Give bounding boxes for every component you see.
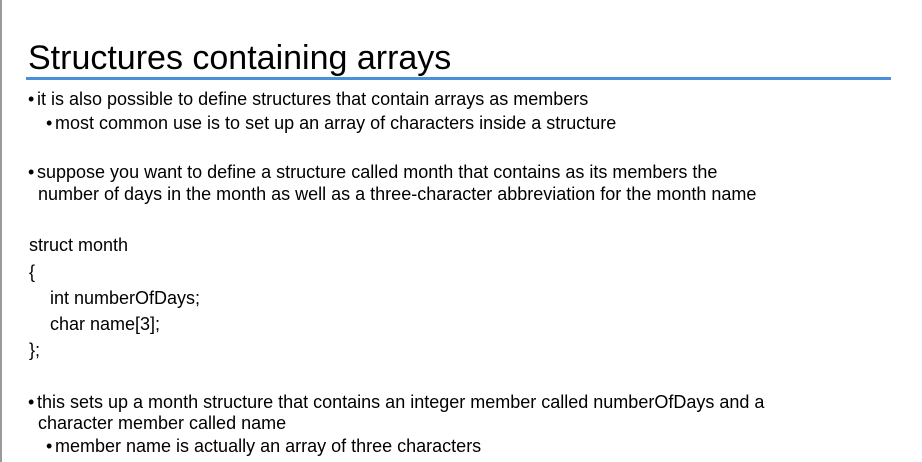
bullet-text: it is also possible to define structures…: [37, 89, 589, 109]
bullet-text: most common use is to set up an array of…: [55, 113, 617, 133]
bullet-marker: •: [28, 392, 35, 412]
bullet-marker: •: [46, 436, 53, 456]
bullet-continuation: character member called name: [38, 413, 287, 433]
bullet-item: • it is also possible to define structure…: [28, 88, 588, 110]
bullet-marker: •: [46, 113, 53, 133]
bullet-marker: •: [28, 89, 35, 109]
bullet-marker: •: [28, 162, 35, 182]
sub-bullet-item: • member name is actually an array of thr…: [46, 435, 481, 457]
title-underline: [26, 77, 891, 80]
sub-bullet-item: • most common use is to set up an array o…: [46, 112, 616, 134]
bullet-item: • this sets up a month structure that con…: [28, 391, 764, 413]
bullet-item: • suppose you want to define a structure …: [28, 161, 717, 183]
code-line: char name[3];: [50, 314, 161, 334]
bullet-text: suppose you want to define a structure c…: [37, 162, 718, 182]
code-line: {: [29, 262, 36, 282]
bullet-text: member name is actually an array of thre…: [55, 436, 482, 456]
code-line: };: [29, 340, 41, 360]
code-line: int numberOfDays;: [50, 288, 201, 308]
slide: Structures containing arrays • it is also…: [0, 0, 922, 462]
code-line: struct month: [29, 235, 129, 255]
slide-title: Structures containing arrays: [28, 39, 452, 77]
bullet-text: this sets up a month structure that cont…: [37, 392, 765, 412]
bullet-continuation: number of days in the month as well as a…: [38, 184, 757, 204]
